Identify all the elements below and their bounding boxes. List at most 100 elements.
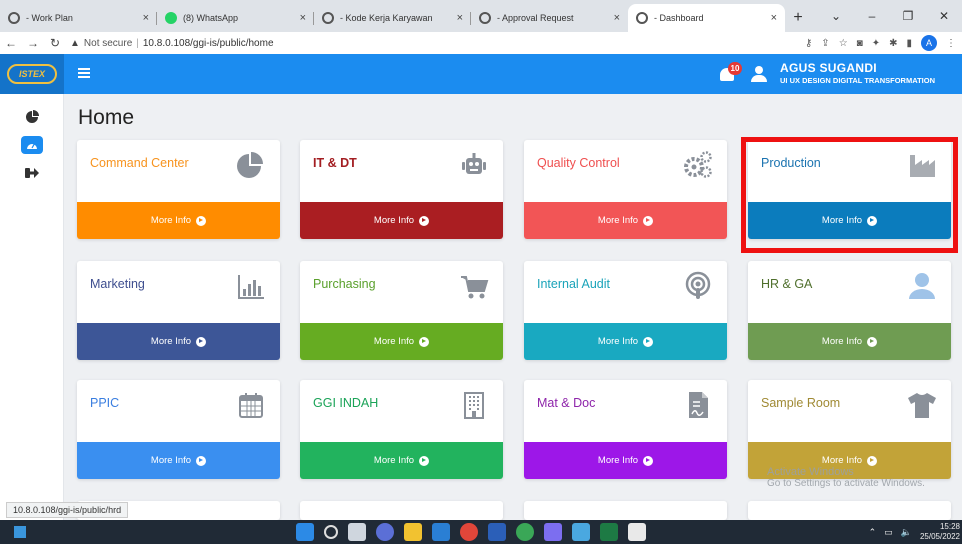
chat-icon[interactable] bbox=[376, 523, 394, 541]
module-card-partial[interactable] bbox=[524, 501, 727, 520]
module-card-mat-doc[interactable]: Mat & Doc More Info bbox=[524, 380, 727, 479]
vnc-icon[interactable] bbox=[628, 523, 646, 541]
word-icon[interactable] bbox=[488, 523, 506, 541]
module-card-sample-room[interactable]: Sample Room More Info bbox=[748, 380, 951, 479]
close-icon[interactable]: × bbox=[300, 12, 306, 24]
extension-icon[interactable]: ✦ bbox=[872, 38, 880, 49]
close-window-icon[interactable]: ✕ bbox=[926, 9, 962, 23]
globe-icon bbox=[8, 12, 20, 24]
close-icon[interactable]: × bbox=[143, 12, 149, 24]
module-card-partial[interactable] bbox=[748, 501, 951, 520]
tab-label: - Kode Kerja Karyawan bbox=[340, 13, 433, 23]
url-field[interactable]: ▲ Not secure | 10.8.0.108/ggi-is/public/… bbox=[70, 38, 274, 49]
browser-tab[interactable]: - Approval Request × bbox=[471, 4, 628, 32]
globe-icon bbox=[479, 12, 491, 24]
browser-tab-active[interactable]: - Dashboard × bbox=[628, 4, 785, 32]
module-card-internal-audit[interactable]: Internal Audit More Info bbox=[524, 261, 727, 360]
module-card-quality-control[interactable]: Quality Control More Info bbox=[524, 140, 727, 239]
close-icon[interactable]: × bbox=[614, 12, 620, 24]
module-card-marketing[interactable]: Marketing More Info bbox=[77, 261, 280, 360]
module-card-hr-ga[interactable]: HR & GA More Info bbox=[748, 261, 951, 360]
browser-tab[interactable]: (8) WhatsApp × bbox=[157, 4, 314, 32]
arrow-circle-right-icon bbox=[196, 215, 207, 226]
close-icon[interactable]: × bbox=[457, 12, 463, 24]
module-card-it-dt[interactable]: IT & DT More Info bbox=[300, 140, 503, 239]
camera-icon[interactable]: ◙ bbox=[857, 38, 863, 49]
bar-chart-icon bbox=[238, 275, 264, 299]
app-icon[interactable] bbox=[544, 523, 562, 541]
more-info-link[interactable]: More Info bbox=[524, 442, 727, 479]
arrow-circle-right-icon bbox=[419, 336, 430, 347]
share-icon[interactable]: ⇪ bbox=[821, 38, 829, 49]
browser-tab[interactable]: - Kode Kerja Karyawan × bbox=[314, 4, 471, 32]
more-info-link[interactable]: More Info bbox=[300, 202, 503, 239]
browser-tab-bar: - Work Plan × (8) WhatsApp × - Kode Kerj… bbox=[0, 0, 962, 32]
sidebar-item-dashboard[interactable] bbox=[0, 134, 64, 156]
watermark-subtitle: Go to Settings to activate Windows. bbox=[767, 478, 925, 489]
sidepanel-icon[interactable]: ▮ bbox=[906, 38, 912, 49]
chrome-alt-icon[interactable] bbox=[516, 523, 534, 541]
puzzle-icon[interactable]: ✱ bbox=[889, 38, 897, 49]
pie-chart-icon bbox=[237, 152, 263, 178]
close-icon[interactable]: × bbox=[771, 12, 777, 24]
menu-dots-icon[interactable]: ⋮ bbox=[946, 38, 956, 49]
tab-label: - Approval Request bbox=[497, 13, 574, 23]
module-card-purchasing[interactable]: Purchasing More Info bbox=[300, 261, 503, 360]
module-card-ppic[interactable]: PPIC More Info bbox=[77, 380, 280, 479]
chevron-down-icon[interactable]: ⌄ bbox=[818, 9, 854, 23]
module-card-partial[interactable] bbox=[300, 501, 503, 520]
logo[interactable]: ISTEX bbox=[0, 54, 64, 94]
reload-icon[interactable]: ↻ bbox=[44, 36, 66, 50]
notification-bell-icon[interactable]: 10 bbox=[718, 62, 742, 86]
user-info[interactable]: AGUS SUGANDI UI UX DESIGN DIGITAL TRANSF… bbox=[780, 61, 935, 85]
more-info-link[interactable]: More Info bbox=[77, 323, 280, 360]
more-info-link[interactable]: More Info bbox=[300, 442, 503, 479]
more-info-link[interactable]: More Info bbox=[748, 323, 951, 360]
search-icon[interactable] bbox=[324, 525, 338, 539]
excel-icon[interactable] bbox=[600, 523, 618, 541]
key-icon[interactable]: ⚷ bbox=[805, 38, 812, 49]
logo-badge: ISTEX bbox=[7, 64, 57, 84]
start-icon[interactable] bbox=[14, 526, 26, 538]
vscode-icon[interactable] bbox=[432, 523, 450, 541]
module-card-command-center[interactable]: Command Center More Info bbox=[77, 140, 280, 239]
star-icon[interactable]: ☆ bbox=[839, 38, 848, 49]
back-icon[interactable]: ← bbox=[0, 36, 22, 50]
arrow-circle-right-icon bbox=[867, 336, 878, 347]
taskbar: ⌃ ▭ 🔈 15:28 25/05/2022 bbox=[0, 520, 962, 544]
user-icon[interactable] bbox=[750, 64, 770, 84]
task-view-icon[interactable] bbox=[348, 523, 366, 541]
forward-icon[interactable]: → bbox=[22, 36, 44, 50]
more-info-link[interactable]: More Info bbox=[77, 202, 280, 239]
notepad-icon[interactable] bbox=[572, 523, 590, 541]
browser-tab[interactable]: - Work Plan × bbox=[0, 4, 157, 32]
building-icon bbox=[464, 392, 484, 419]
new-tab-button[interactable]: + bbox=[785, 4, 811, 32]
folder-icon[interactable] bbox=[404, 523, 422, 541]
more-info-label: More Info bbox=[150, 455, 192, 466]
sidebar-item-reports[interactable] bbox=[0, 106, 64, 128]
profile-avatar[interactable]: A bbox=[921, 35, 937, 51]
sidebar-item-logout[interactable] bbox=[0, 162, 64, 184]
module-card-ggi-indah[interactable]: GGI INDAH More Info bbox=[300, 380, 503, 479]
more-info-link[interactable]: More Info bbox=[300, 323, 503, 360]
clock[interactable]: 15:28 25/05/2022 bbox=[920, 522, 960, 542]
arrow-circle-right-icon bbox=[419, 215, 430, 226]
warning-icon: ▲ bbox=[70, 37, 80, 49]
menu-toggle-icon[interactable] bbox=[78, 66, 90, 80]
security-label: Not secure bbox=[83, 37, 133, 49]
more-info-label: More Info bbox=[373, 336, 415, 347]
more-info-link[interactable]: More Info bbox=[77, 442, 280, 479]
chevron-up-icon[interactable]: ⌃ bbox=[869, 527, 877, 538]
network-icon[interactable]: ▭ bbox=[884, 527, 893, 538]
windows-icon[interactable] bbox=[296, 523, 314, 541]
restore-icon[interactable]: ❐ bbox=[890, 9, 926, 23]
volume-icon[interactable]: 🔈 bbox=[901, 527, 912, 538]
more-info-link[interactable]: More Info bbox=[524, 323, 727, 360]
more-info-link[interactable]: More Info bbox=[524, 202, 727, 239]
minimize-icon[interactable]: – bbox=[854, 9, 890, 23]
chrome-icon[interactable] bbox=[460, 523, 478, 541]
address-bar: ← → ↻ ▲ Not secure | 10.8.0.108/ggi-is/p… bbox=[0, 32, 962, 54]
tab-label: (8) WhatsApp bbox=[183, 13, 239, 23]
dashboard-icon bbox=[27, 143, 37, 149]
